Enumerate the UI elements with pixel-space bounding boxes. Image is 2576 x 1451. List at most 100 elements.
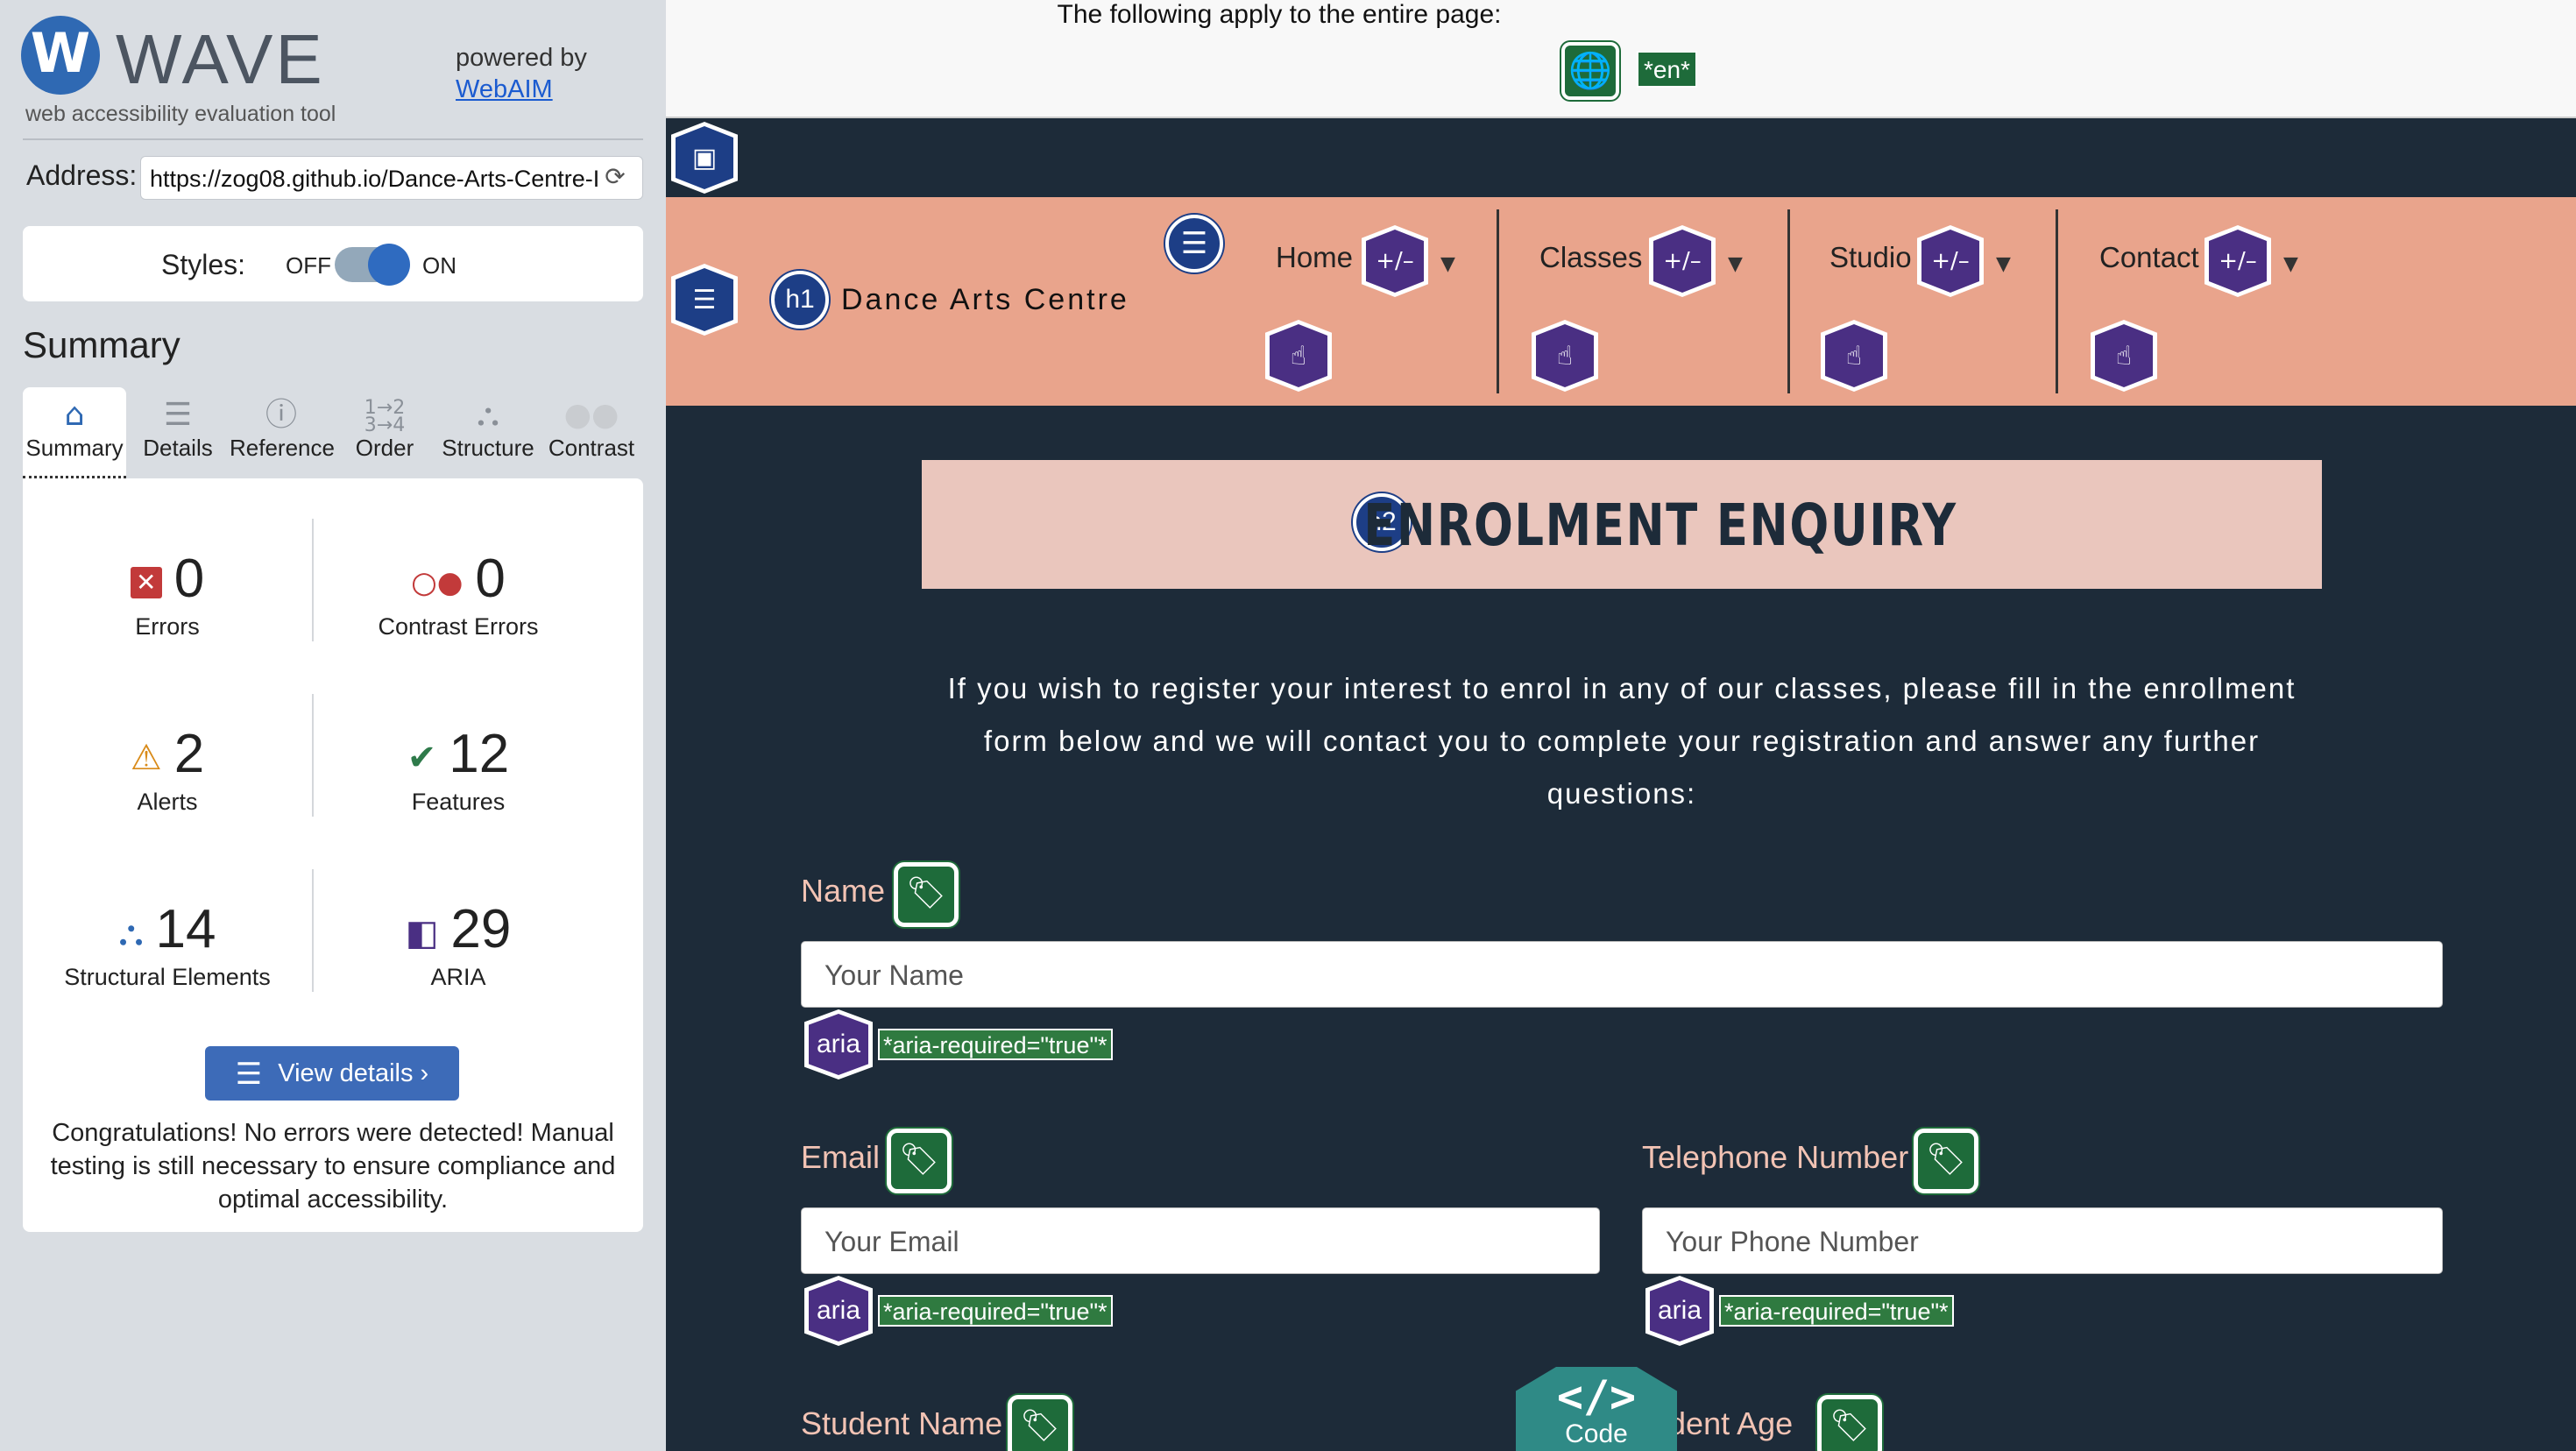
aria-count: 29 bbox=[450, 899, 512, 959]
contrast-errors-count: 0 bbox=[475, 549, 506, 609]
tab-details[interactable]: ☰ Details bbox=[126, 387, 230, 478]
styles-label: Styles: bbox=[161, 249, 246, 280]
view-details-label: View details › bbox=[278, 1059, 429, 1087]
order-icon: 1→2 3→4 bbox=[364, 397, 406, 436]
page-level-bar: The following apply to the entire page: … bbox=[666, 0, 2576, 118]
powered-by-text: powered by bbox=[456, 44, 587, 72]
structural-count: 14 bbox=[155, 899, 216, 959]
toggle-knob bbox=[368, 244, 410, 286]
aria-expanded-icon[interactable]: +/– bbox=[1362, 225, 1428, 297]
structural-label: Structural Elements bbox=[64, 964, 271, 990]
h1-badge-icon[interactable]: h1 bbox=[771, 271, 829, 329]
nav-item-home[interactable]: Home bbox=[1276, 241, 1353, 274]
code-toggle-button[interactable]: </> Code bbox=[1516, 1367, 1677, 1451]
name-field[interactable]: Your Name bbox=[801, 941, 2443, 1008]
list-icon: ☰ bbox=[163, 397, 193, 433]
styles-on-label: ON bbox=[422, 252, 456, 279]
nav-separator bbox=[2056, 209, 2058, 393]
structure-icon: ⛬ bbox=[477, 397, 499, 433]
page-level-caption: The following apply to the entire page: bbox=[1057, 0, 1502, 29]
styles-toggle-box: Styles: OFF ON bbox=[23, 226, 643, 301]
address-label: Address: bbox=[26, 159, 138, 191]
stat-features: ✔ 12 Features bbox=[314, 724, 603, 816]
contrast-errors-label: Contrast Errors bbox=[378, 613, 539, 640]
tab-structure[interactable]: ⛬ Structure bbox=[436, 387, 540, 478]
tab-label: Contrast bbox=[548, 435, 635, 461]
view-details-button[interactable]: ☰ View details › bbox=[205, 1046, 459, 1101]
summary-heading: Summary bbox=[23, 324, 180, 365]
tab-label: Summary bbox=[25, 435, 124, 461]
aria-expanded-icon[interactable]: +/– bbox=[1649, 225, 1716, 297]
tab-contrast[interactable]: ●● Contrast bbox=[540, 387, 643, 478]
powered-by: powered by WebAIM bbox=[456, 42, 587, 105]
nav-item-classes[interactable]: Classes bbox=[1539, 241, 1642, 274]
label-tag-icon[interactable]: 🏷 bbox=[1817, 1395, 1882, 1451]
contrast-error-icon: ○● bbox=[411, 564, 464, 600]
aria-haspopup-icon[interactable]: ☝ bbox=[1532, 320, 1598, 392]
webaim-link[interactable]: WebAIM bbox=[456, 74, 587, 105]
alert-icon: ⚠ bbox=[130, 737, 162, 778]
tab-label: Details bbox=[143, 435, 213, 461]
aria-haspopup-icon[interactable]: ☝ bbox=[1821, 320, 1887, 392]
tab-label: Order bbox=[355, 435, 414, 461]
chevron-down-icon[interactable]: ▼ bbox=[1440, 253, 1455, 275]
wave-tagline: web accessibility evaluation tool bbox=[25, 102, 336, 126]
aria-expanded-icon[interactable]: +/– bbox=[2204, 225, 2271, 297]
styles-off-label: OFF bbox=[286, 252, 331, 279]
aria-haspopup-icon[interactable]: ☝ bbox=[2091, 320, 2157, 392]
label-tag-icon[interactable]: 🏷 bbox=[1008, 1395, 1072, 1451]
chevron-down-icon[interactable]: ▼ bbox=[2283, 253, 2298, 275]
label-tag-icon[interactable]: 🏷 bbox=[1914, 1129, 1978, 1193]
aria-required-attr: *aria-required="true"* bbox=[878, 1295, 1113, 1327]
aria-icon[interactable]: aria bbox=[804, 1276, 873, 1346]
summary-message: Congratulations! No errors were detected… bbox=[50, 1119, 616, 1214]
home-icon: ⌂ bbox=[64, 397, 85, 433]
nav-item-studio[interactable]: Studio bbox=[1829, 241, 1912, 274]
styles-toggle[interactable] bbox=[335, 244, 410, 286]
chevron-down-icon[interactable]: ▼ bbox=[1996, 253, 2011, 275]
aria-required-attr: *aria-required="true"* bbox=[1719, 1295, 1954, 1327]
name-label: Name bbox=[801, 873, 886, 909]
tab-order[interactable]: 1→2 3→4 Order bbox=[333, 387, 436, 478]
nav-separator bbox=[1787, 209, 1790, 393]
features-label: Features bbox=[411, 789, 506, 815]
wave-logo-text: WAVE bbox=[116, 20, 325, 98]
aria-expanded-icon[interactable]: +/– bbox=[1917, 225, 1984, 297]
address-input[interactable]: https://zog08.github.io/Dance-Arts-Centr… bbox=[140, 156, 643, 200]
email-label: Email bbox=[801, 1139, 881, 1175]
reload-icon[interactable]: ⟳ bbox=[601, 163, 629, 191]
phone-label: Telephone Number bbox=[1642, 1139, 1909, 1175]
student-name-label: Student Name bbox=[801, 1405, 1003, 1441]
tab-label: Reference bbox=[230, 435, 335, 461]
tab-reference[interactable]: ⓘ Reference bbox=[230, 387, 335, 478]
tab-label: Structure bbox=[442, 435, 534, 461]
label-tag-icon[interactable]: 🏷 bbox=[887, 1129, 952, 1193]
errors-label: Errors bbox=[135, 613, 200, 640]
chevron-down-icon[interactable]: ▼ bbox=[1728, 253, 1743, 275]
site-title[interactable]: Dance Arts Centre bbox=[841, 283, 1129, 317]
code-icon: </> bbox=[1556, 1371, 1637, 1422]
aria-icon[interactable]: aria bbox=[804, 1009, 873, 1079]
tab-summary[interactable]: ⌂ Summary bbox=[23, 387, 126, 478]
phone-field[interactable]: Your Phone Number bbox=[1642, 1207, 2443, 1274]
info-icon: ⓘ bbox=[265, 397, 297, 433]
stat-alerts: ⚠ 2 Alerts bbox=[23, 724, 312, 816]
label-tag-icon[interactable]: 🏷 bbox=[894, 862, 959, 927]
divider bbox=[23, 138, 643, 140]
alerts-label: Alerts bbox=[137, 789, 198, 815]
navigation-region-icon[interactable]: ☰ bbox=[671, 264, 738, 336]
list-icon[interactable]: ☰ bbox=[1165, 215, 1223, 273]
aria-icon[interactable]: aria bbox=[1645, 1276, 1714, 1346]
aria-haspopup-icon[interactable]: ☝ bbox=[1265, 320, 1332, 392]
contrast-icon: ●● bbox=[563, 397, 619, 433]
globe-icon[interactable]: 🌐 bbox=[1561, 42, 1619, 100]
region-icon[interactable]: ▣ bbox=[671, 122, 738, 194]
summary-box: ✕ 0 Errors ○● 0 Contrast Errors ⚠ 2 Alerts … bbox=[23, 478, 643, 1232]
nav-item-contact[interactable]: Contact bbox=[2099, 241, 2199, 274]
aria-cube-icon: ◧ bbox=[405, 912, 439, 953]
alerts-count: 2 bbox=[173, 724, 205, 784]
language-badge: *en* bbox=[1637, 51, 1697, 88]
stat-aria: ◧ 29 ARIA bbox=[314, 899, 603, 991]
features-count: 12 bbox=[449, 724, 510, 784]
email-field[interactable]: Your Email bbox=[801, 1207, 1600, 1274]
